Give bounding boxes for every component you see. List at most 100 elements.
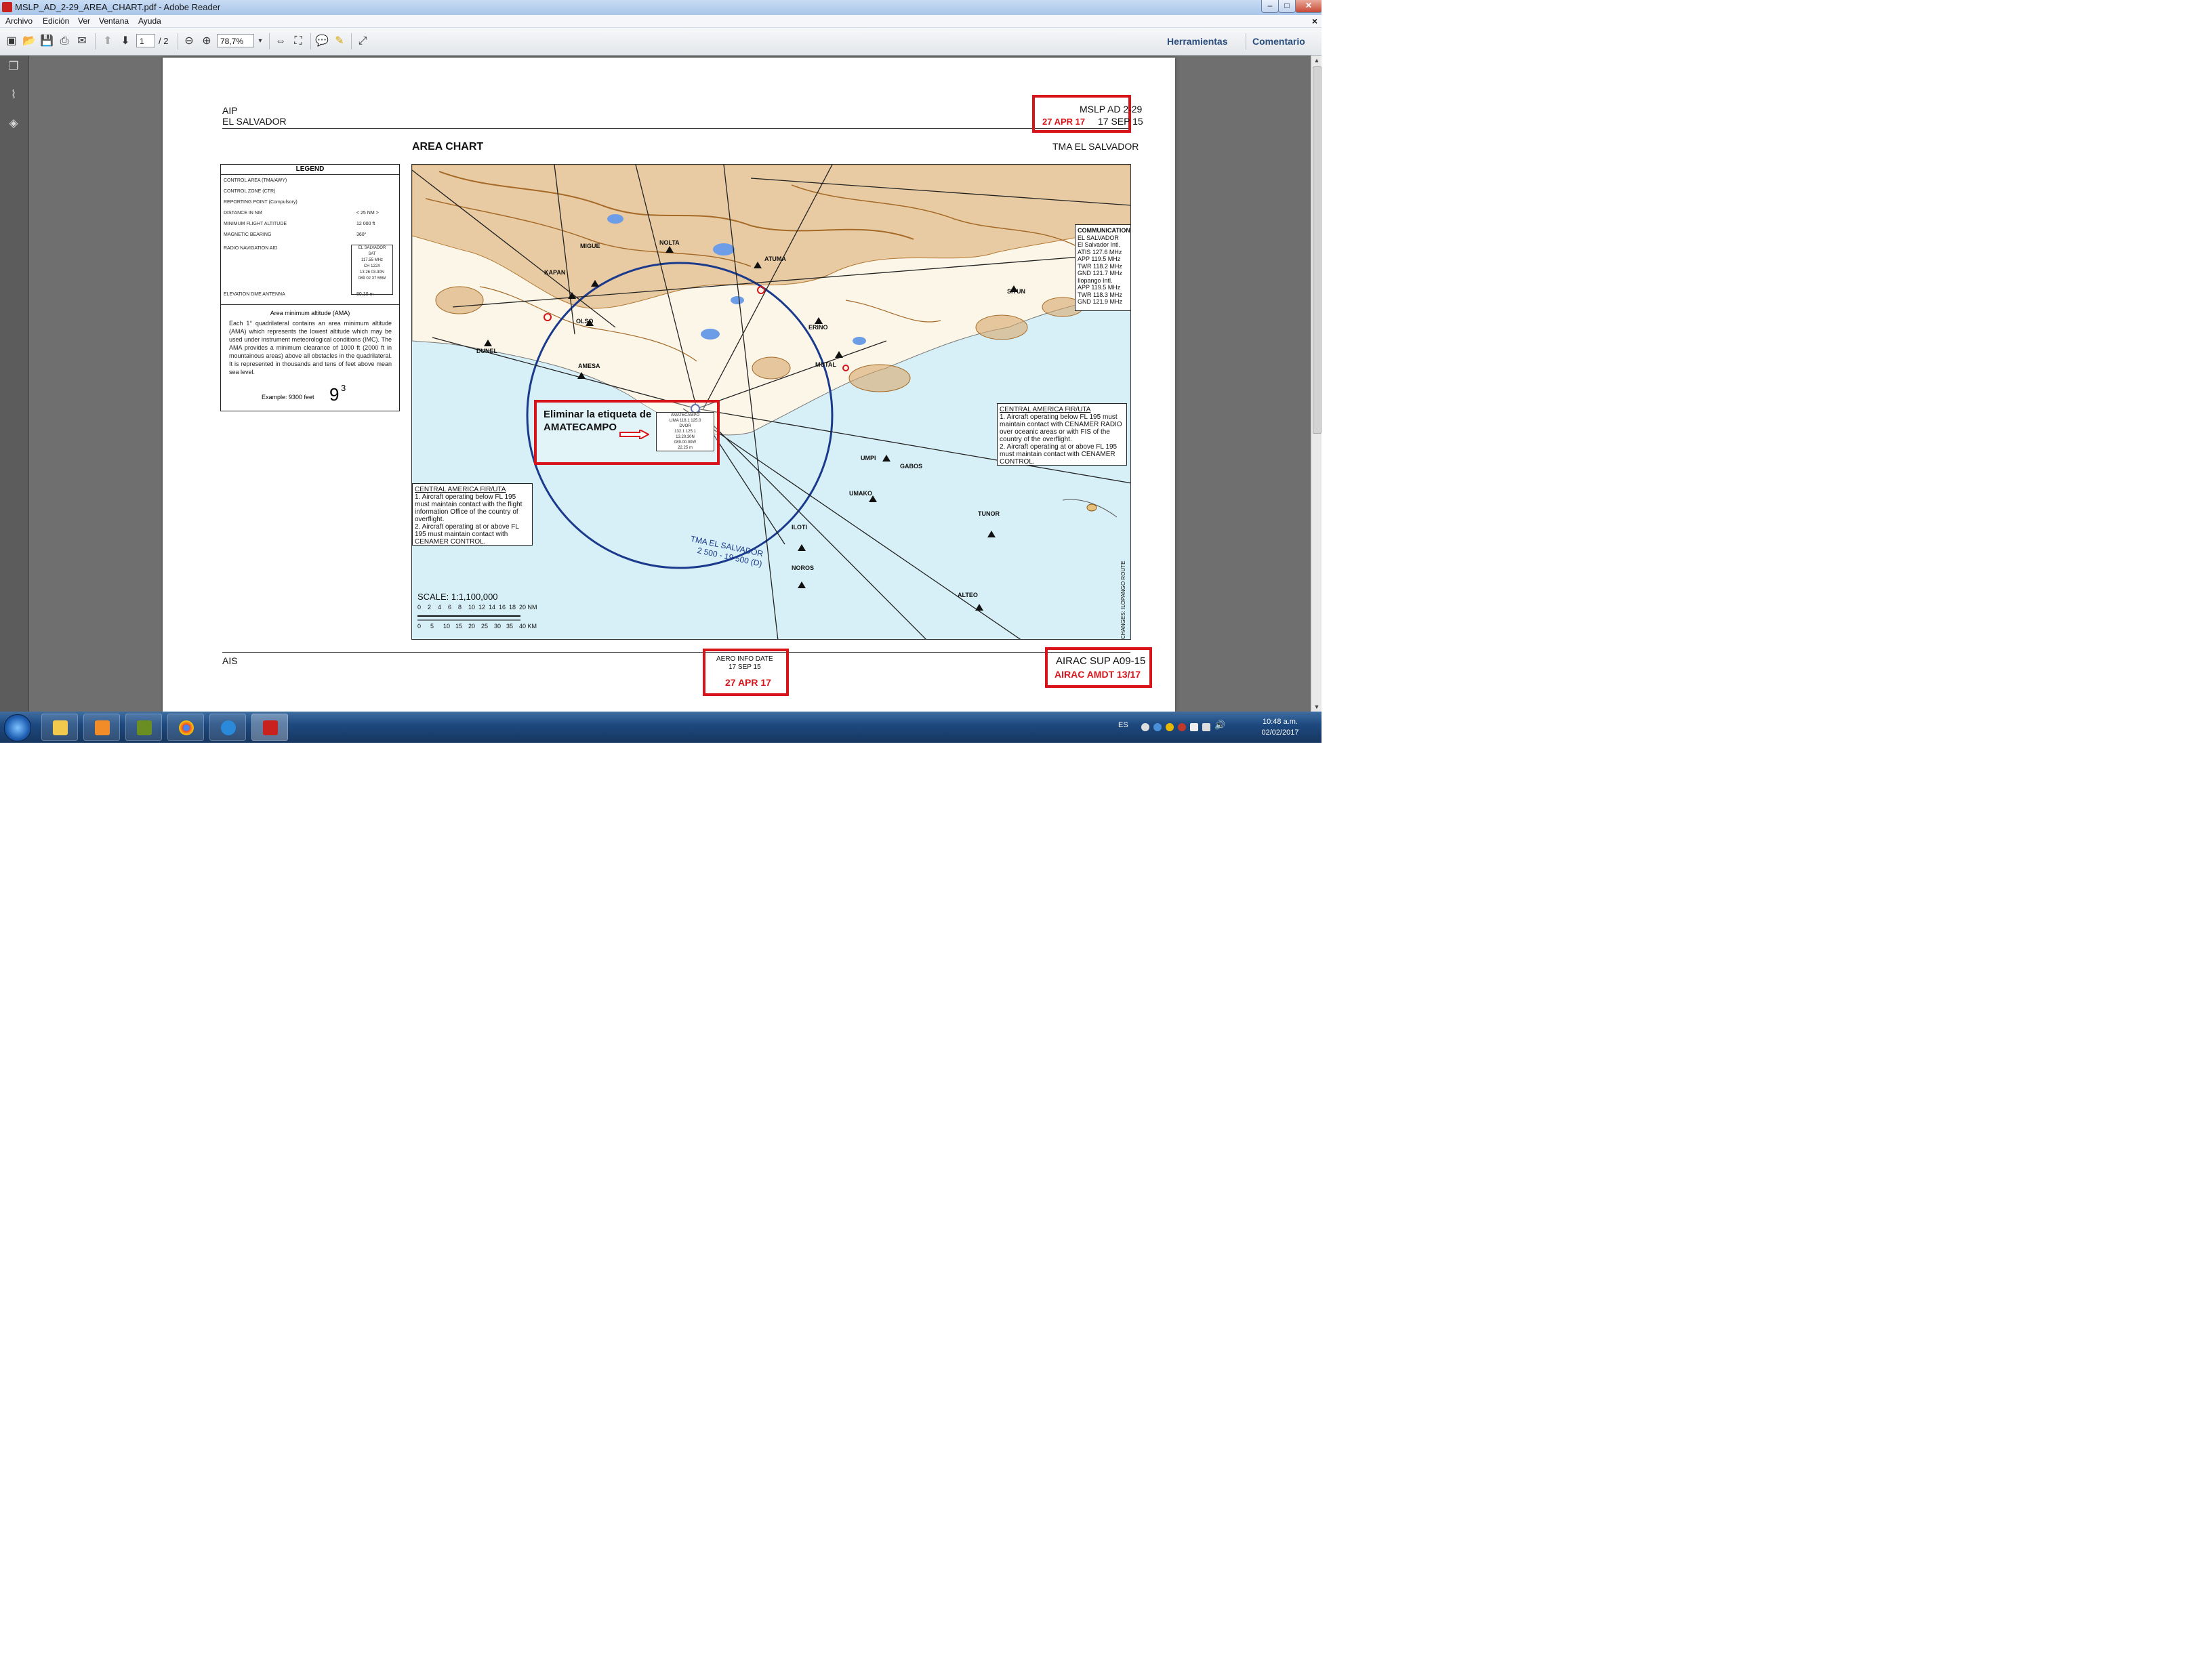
navaid-lon: 089 02 37.55W bbox=[358, 276, 386, 281]
start-button[interactable] bbox=[4, 714, 31, 741]
scale-tick-label: 5 bbox=[430, 623, 434, 630]
menu-ventana[interactable]: Ventana bbox=[99, 16, 129, 26]
tray-icon[interactable] bbox=[1166, 723, 1174, 731]
menu-bar: Archivo Edición Ver Ventana Ayuda × bbox=[0, 15, 1322, 28]
reporting-point-label: NOLTA bbox=[659, 239, 680, 246]
communications-line: TWR 118.3 MHz bbox=[1078, 291, 1122, 298]
next-page-icon[interactable]: ⬇ bbox=[118, 34, 133, 49]
page-number-input[interactable]: 1 bbox=[136, 34, 155, 47]
airac-amdt: AIRAC AMDT 13/17 bbox=[1054, 669, 1141, 680]
scroll-up-icon[interactable]: ▲ bbox=[1311, 56, 1322, 65]
communications-line: El Salvador Intl. bbox=[1078, 241, 1121, 248]
app-icon bbox=[137, 720, 152, 735]
scale-title: SCALE: 1:1,100,000 bbox=[417, 592, 498, 602]
aero-info-date: 17 SEP 15 bbox=[729, 663, 761, 671]
scale-tick-label: 15 bbox=[455, 623, 463, 630]
title-bar: MSLP_AD_2-29_AREA_CHART.pdf - Adobe Read… bbox=[0, 0, 1322, 16]
taskbar-chrome[interactable] bbox=[167, 714, 204, 741]
close-window-button[interactable]: ✕ bbox=[1295, 0, 1322, 13]
scale-tick-label: 8 bbox=[458, 604, 462, 611]
amatecampo-label-box: AMATECAMPO LIMA 118.1 125.0 DVOR 132.1 1… bbox=[656, 412, 714, 451]
tray-icon[interactable] bbox=[1178, 723, 1186, 731]
chart-title: AREA CHART bbox=[412, 141, 484, 152]
label-line: LIMA 118.1 125.0 bbox=[669, 419, 701, 423]
scale-tick-label: 20 bbox=[468, 623, 476, 630]
menu-edicion[interactable]: Edición bbox=[43, 16, 69, 26]
windows-taskbar: ES 🔊 10:48 a.m. 02/02/2017 bbox=[0, 712, 1322, 743]
scale-tick-label: 12 bbox=[478, 604, 486, 611]
taskbar-media-player[interactable] bbox=[83, 714, 120, 741]
pdf-page: AIP EL SALVADOR MSLP AD 2-29 27 APR 17 1… bbox=[163, 58, 1175, 712]
fit-width-icon[interactable]: ⇔ bbox=[273, 34, 288, 49]
fir-left-box: CENTRAL AMERICA FIR/UTA 1. Aircraft oper… bbox=[412, 483, 533, 546]
minimize-button[interactable]: – bbox=[1261, 0, 1279, 13]
header-aip: AIP bbox=[222, 105, 238, 116]
comentario-tab[interactable]: Comentario bbox=[1252, 36, 1305, 47]
aero-info-red-date: 27 APR 17 bbox=[725, 677, 771, 688]
print-icon[interactable]: ⎙ bbox=[57, 34, 72, 49]
internet-explorer-icon bbox=[221, 720, 236, 735]
tray-icon[interactable] bbox=[1190, 723, 1198, 731]
expand-icon[interactable]: ⤢ bbox=[355, 34, 370, 49]
system-clock[interactable]: 10:48 a.m. 02/02/2017 bbox=[1256, 716, 1305, 738]
label-line: 13.20.30N bbox=[676, 435, 695, 439]
volume-icon[interactable]: 🔊 bbox=[1214, 720, 1225, 731]
maximize-button[interactable]: □ bbox=[1278, 0, 1296, 13]
annotation-line-1: Eliminar la etiqueta de bbox=[544, 409, 652, 420]
taskbar-ie[interactable] bbox=[209, 714, 246, 741]
open-icon[interactable]: 📂 bbox=[22, 34, 37, 49]
tray-icon[interactable] bbox=[1141, 723, 1149, 731]
tray-icon[interactable] bbox=[1153, 723, 1162, 731]
aero-info-title: AERO INFO DATE bbox=[716, 655, 773, 663]
attachments-icon[interactable]: ⌇ bbox=[7, 88, 20, 102]
zoom-input[interactable]: 78,7% bbox=[217, 34, 254, 47]
page-thumbnails-icon[interactable]: ❐ bbox=[7, 60, 20, 73]
reporting-point-label: UMAKO bbox=[849, 490, 872, 497]
annotation-callout: Eliminar la etiqueta de AMATECAMPO AMATE… bbox=[534, 400, 720, 465]
label-line: AMATECAMPO bbox=[670, 413, 700, 417]
fit-page-icon[interactable]: ⛶ bbox=[291, 34, 306, 49]
menu-archivo[interactable]: Archivo bbox=[5, 16, 33, 26]
reporting-point-label: DUNEL bbox=[476, 348, 497, 354]
reporting-point-label: KAPAN bbox=[544, 269, 566, 276]
menu-ver[interactable]: Ver bbox=[78, 16, 90, 26]
label-line: 089.00.00W bbox=[674, 441, 697, 445]
email-icon[interactable]: ✉ bbox=[75, 34, 89, 49]
toolbar: ▣ 📂 💾 ⎙ ✉ ⬆ ⬇ 1 / 2 ⊖ ⊕ 78,7% ▾ ⇔ ⛶ 💬 ✎ … bbox=[0, 28, 1322, 56]
fir-right-title: CENTRAL AMERICA FIR/UTA bbox=[1000, 406, 1091, 413]
scale-tick-label: 25 bbox=[481, 623, 489, 630]
taskbar-adobe-reader[interactable] bbox=[251, 714, 288, 741]
zoom-dropdown-icon[interactable]: ▾ bbox=[255, 34, 265, 49]
previous-page-icon[interactable]: ⬆ bbox=[100, 34, 115, 49]
highlight-icon[interactable]: ✎ bbox=[332, 34, 347, 49]
navaid-name: EL SALVADOR bbox=[358, 246, 386, 250]
taskbar-app[interactable] bbox=[125, 714, 162, 741]
footer-ais: AIS bbox=[222, 655, 238, 666]
create-pdf-icon[interactable]: ▣ bbox=[4, 34, 19, 49]
zoom-in-icon[interactable]: ⊕ bbox=[199, 34, 214, 49]
save-icon[interactable]: 💾 bbox=[39, 34, 54, 49]
scale-tick-label: 0 bbox=[417, 604, 422, 611]
zoom-out-icon[interactable]: ⊖ bbox=[182, 34, 197, 49]
herramientas-tab[interactable]: Herramientas bbox=[1167, 36, 1228, 47]
fir-left-title: CENTRAL AMERICA FIR/UTA bbox=[415, 486, 506, 493]
taskbar-explorer[interactable] bbox=[41, 714, 78, 741]
header-rule bbox=[222, 128, 1130, 129]
scrollbar-thumb[interactable] bbox=[1313, 66, 1322, 434]
label-line: 22.25 m bbox=[678, 446, 693, 450]
fir-right-line-1: 1. Aircraft operating below FL 195 must … bbox=[1000, 413, 1122, 443]
layers-icon[interactable]: ◈ bbox=[7, 117, 20, 130]
close-document-icon[interactable]: × bbox=[1312, 16, 1317, 26]
network-icon[interactable] bbox=[1202, 723, 1210, 731]
legend-row-value: 360° bbox=[356, 232, 367, 237]
vertical-scrollbar[interactable]: ▲ ▼ bbox=[1311, 56, 1322, 712]
legend-row: CONTROL AREA (TMA/AWY) bbox=[224, 178, 287, 183]
scale-tick-label: 0 bbox=[417, 623, 422, 630]
scale-tick-label: 40 KM bbox=[519, 623, 537, 630]
language-indicator[interactable]: ES bbox=[1118, 721, 1128, 729]
scroll-down-icon[interactable]: ▼ bbox=[1311, 702, 1322, 712]
header-document-id: MSLP AD 2-29 bbox=[1080, 104, 1143, 115]
scale-tick-label: 10 bbox=[443, 623, 451, 630]
menu-ayuda[interactable]: Ayuda bbox=[138, 16, 161, 26]
comment-icon[interactable]: 💬 bbox=[314, 34, 329, 49]
